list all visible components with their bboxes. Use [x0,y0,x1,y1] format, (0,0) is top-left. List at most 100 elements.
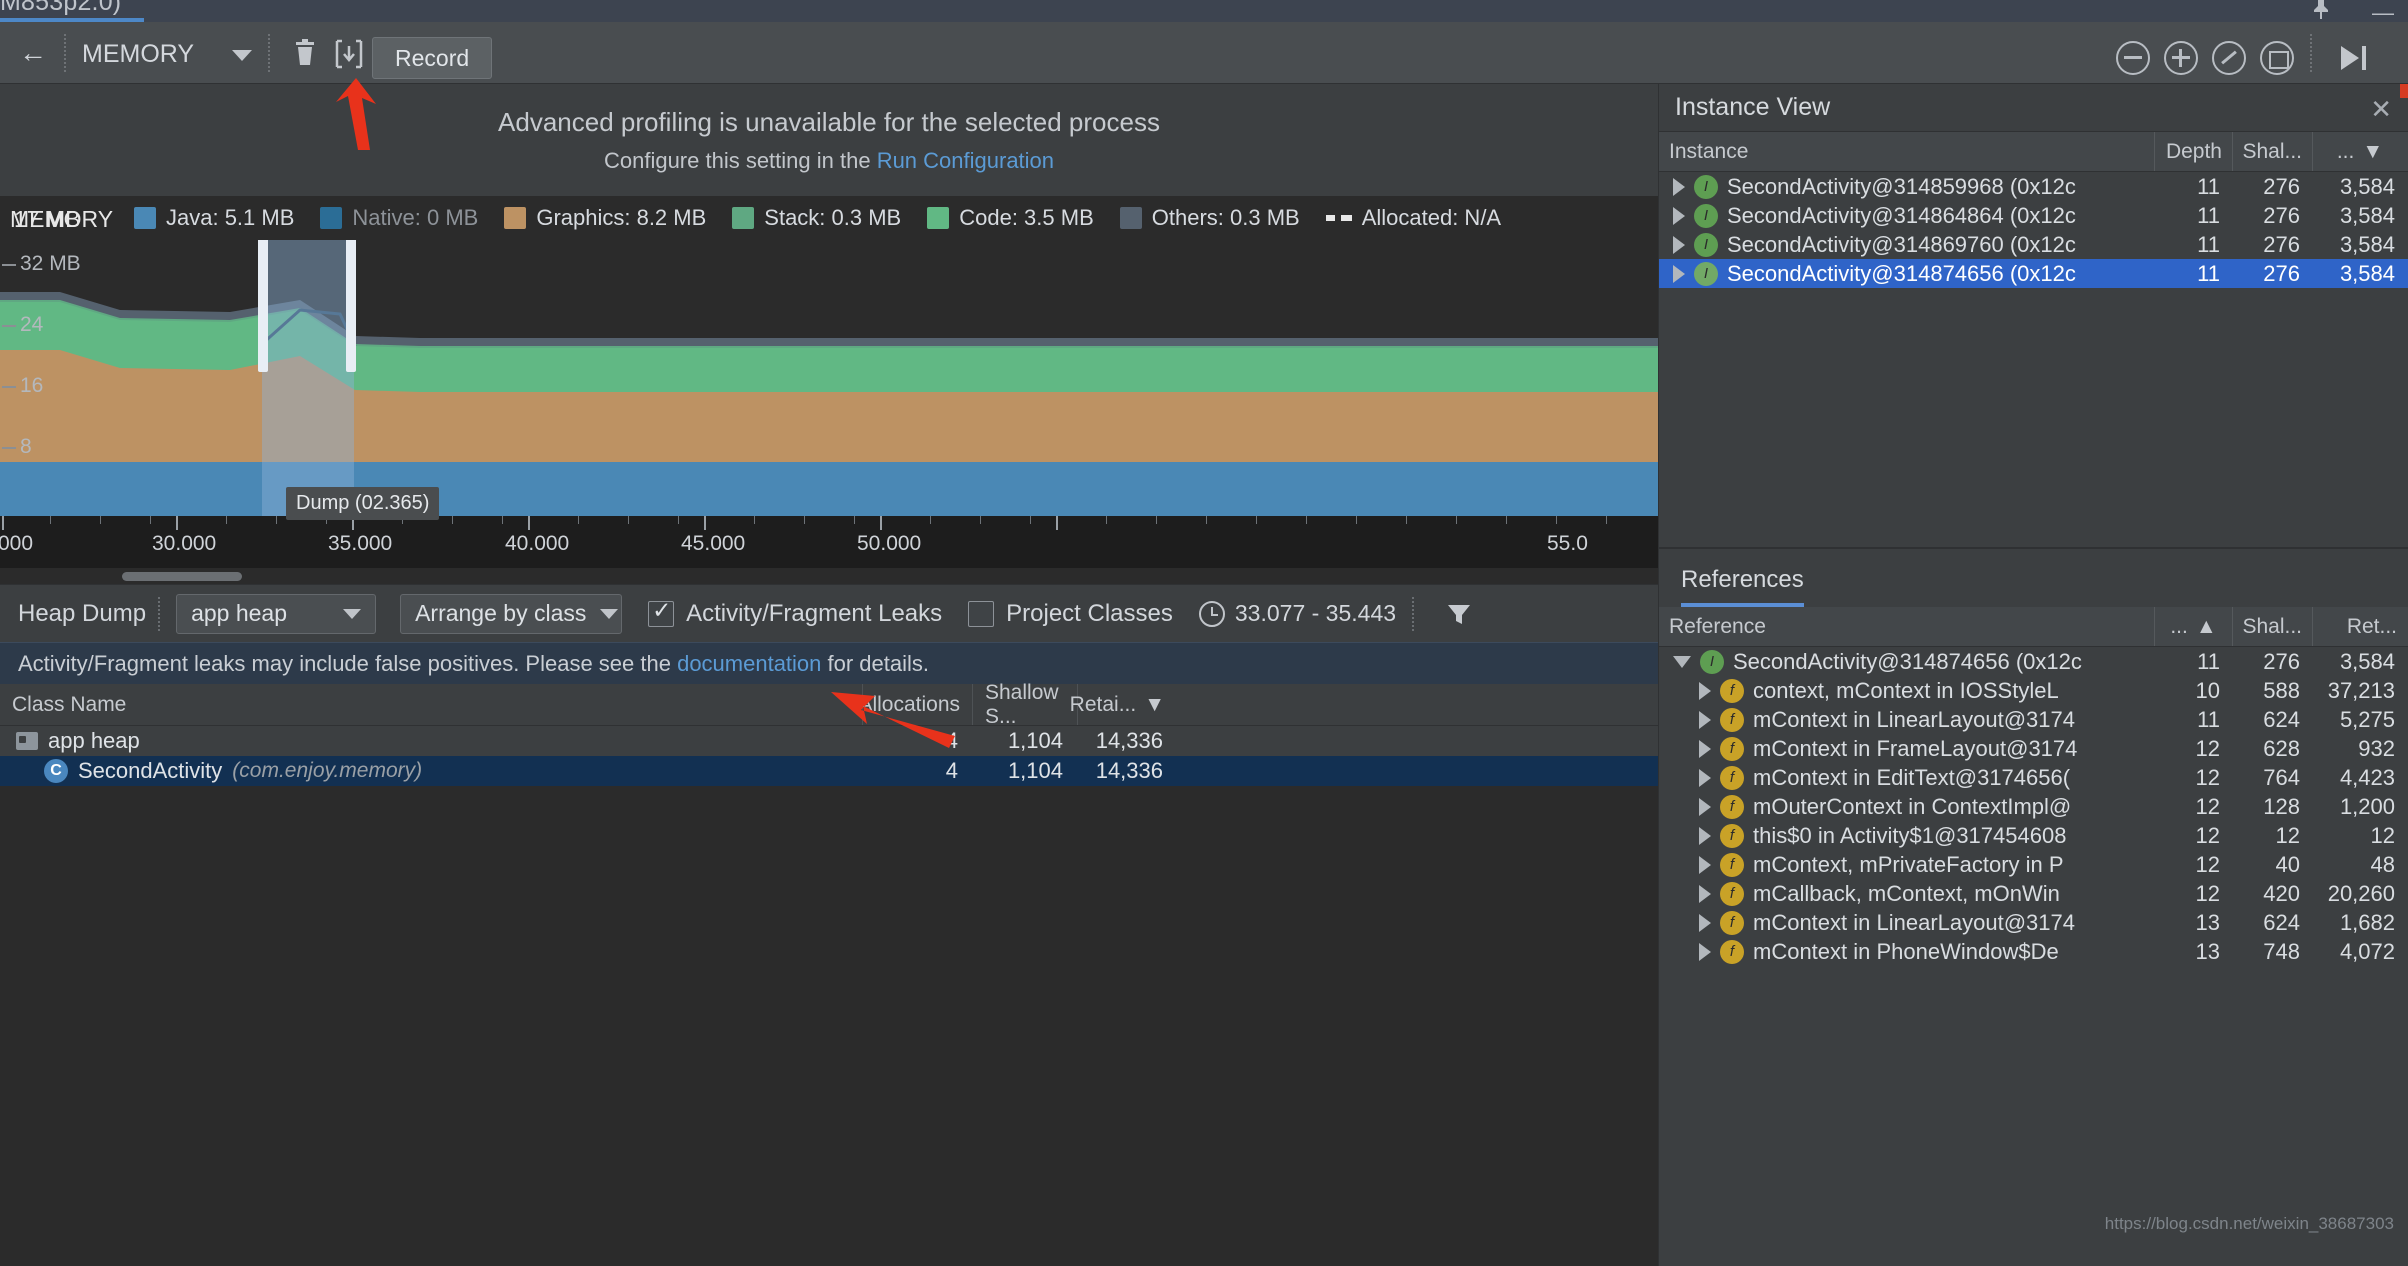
expand-triangle-icon[interactable] [1699,826,1711,845]
column-instance-shallow[interactable]: Shal... [2232,132,2312,171]
pin-icon[interactable] [2310,0,2332,20]
watermark-text: https://blog.csdn.net/weixin_38687303 [2104,1214,2394,1233]
column-class-name[interactable]: Class Name [0,684,862,725]
heap-dump-toolbar: Heap Dump app heap Arrange by class Acti… [0,584,1658,642]
reference-name: mCallback, mContext, mOnWin [1753,880,2060,906]
profiler-mode-label: MEMORY [82,40,195,68]
leaks-checkbox-row[interactable]: Activity/Fragment Leaks [648,597,942,628]
zoom-reset-icon[interactable] [2212,41,2246,75]
heap-dump-icon[interactable] [332,38,366,70]
arrange-select[interactable]: Arrange by class [400,593,623,634]
expand-triangle-icon[interactable] [1673,206,1685,225]
reference-shallow: 628 [2263,735,2300,761]
list-item[interactable]: f mContext in LinearLayout@3174 13 624 1… [1659,908,2408,937]
expand-triangle-icon[interactable] [1673,177,1685,196]
selection-handle-left[interactable] [258,240,268,372]
list-item[interactable]: I SecondActivity@314874656 (0x12c 11 276… [1659,647,2408,676]
heap-dump-selection-band[interactable] [262,240,354,516]
reference-depth: 13 [2195,938,2220,964]
instance-badge-icon: I [1694,174,1718,199]
heap-select[interactable]: app heap [176,593,377,634]
list-item[interactable]: I SecondActivity@314874656 (0x12c 11 276… [1659,259,2408,288]
legend-swatch-java [134,207,156,229]
reference-shallow: 624 [2263,706,2300,732]
back-arrow-icon[interactable]: ← [12,34,54,72]
run-configuration-link[interactable]: Run Configuration [877,148,1054,173]
time-tick-minor [804,516,805,524]
column-reference[interactable]: Reference [1659,607,2154,646]
reference-shallow: 624 [2263,909,2300,935]
expand-triangle-icon[interactable] [1699,884,1711,903]
column-depth[interactable]: Depth [2154,132,2232,171]
expand-triangle-icon[interactable] [1699,797,1711,816]
column-ref-retained[interactable]: Ret... [2312,607,2407,646]
column-allocations[interactable]: Allocations [858,684,972,725]
expand-triangle-icon[interactable] [1699,855,1711,874]
class-row-shallow: 1,104 [1007,728,1063,753]
timeline-scrollbar[interactable] [0,568,1658,584]
zoom-to-frame-icon[interactable] [2260,41,2294,75]
column-shallow-size[interactable]: Shallow S... [972,681,1077,728]
expand-triangle-icon[interactable] [1699,913,1711,932]
documentation-link[interactable]: documentation [677,651,821,676]
record-button[interactable]: Record [372,37,493,79]
column-ref-shallow[interactable]: Shal... [2232,607,2312,646]
expand-triangle-icon[interactable] [1699,768,1711,787]
expand-triangle-icon[interactable] [1699,942,1711,961]
expand-triangle-icon[interactable] [1699,681,1711,700]
list-item[interactable]: f mContext in PhoneWindow$De 13 748 4,07… [1659,937,2408,966]
project-classes-checkbox-row[interactable]: Project Classes [968,600,1173,628]
expand-triangle-icon[interactable] [1699,710,1711,729]
go-to-live-icon[interactable] [2338,43,2372,73]
expand-triangle-icon[interactable] [1673,235,1685,254]
list-item[interactable]: f this$0 in Activity$1@317454608 12 12 1… [1659,821,2408,850]
notice-secondary-text: Configure this setting in the Run Config… [604,148,1054,174]
list-item[interactable]: f mCallback, mContext, mOnWin 12 420 20,… [1659,879,2408,908]
list-item[interactable]: f mContext in FrameLayout@3174 12 628 93… [1659,734,2408,763]
trash-icon[interactable] [288,38,322,70]
filter-icon[interactable] [1444,599,1474,629]
list-item[interactable]: I SecondActivity@314864864 (0x12c 11 276… [1659,201,2408,230]
column-instance[interactable]: Instance [1659,132,2154,171]
table-row[interactable]: app heap 4 1,104 14,336 [0,726,1658,756]
expand-triangle-icon[interactable] [1699,739,1711,758]
class-row-allocations: 4 [945,728,958,753]
timeline-axis[interactable]: 000 30.000 35.000 40.000 45.000 50.000 5… [0,516,1658,568]
timeline-scrollbar-thumb[interactable] [122,572,242,581]
reference-retained: 4,072 [2339,938,2395,964]
column-instance-retained[interactable]: ... ▼ [2312,132,2407,171]
close-icon[interactable]: ✕ [2370,94,2392,125]
memory-area-chart[interactable]: 32 MB 24 16 8 [0,240,1658,516]
selection-handle-right[interactable] [346,240,356,372]
class-row-allocations: 4 [945,758,958,783]
chevron-down-icon[interactable] [232,50,252,61]
list-item[interactable]: I SecondActivity@314869760 (0x12c 11 276… [1659,230,2408,259]
list-item[interactable]: f mContext, mPrivateFactory in P 12 40 4… [1659,850,2408,879]
reference-retained: 1,682 [2339,909,2395,935]
field-badge-icon: f [1720,765,1744,790]
reference-depth: 12 [2195,764,2220,790]
collapse-triangle-icon[interactable] [1673,655,1691,668]
list-item[interactable]: f mContext in EditText@3174656( 12 764 4… [1659,763,2408,792]
reference-retained: 37,213 [2327,677,2395,703]
y-tick-label-16: 16 [20,374,44,397]
list-item[interactable]: f mContext in LinearLayout@3174 11 624 5… [1659,705,2408,734]
legend-dash-allocated [1325,215,1352,221]
activity-fragment-leaks-checkbox[interactable] [648,597,675,627]
zoom-out-icon[interactable] [2116,41,2150,75]
column-ref-depth[interactable]: ... ▲ [2154,607,2232,646]
zoom-in-icon[interactable] [2164,41,2198,75]
list-item[interactable]: f context, mContext in IOSStyleL 10 588 … [1659,676,2408,705]
class-row-name: SecondActivity [78,758,223,783]
tab-references[interactable]: References [1681,566,1804,607]
reference-retained: 4,423 [2339,764,2395,790]
list-item[interactable]: f mOuterContext in ContextImpl@ 12 128 1… [1659,792,2408,821]
window-tab-label: M853p2.0) [0,0,122,16]
list-item[interactable]: I SecondActivity@314859968 (0x12c 11 276… [1659,172,2408,201]
y-tick-label-8: 8 [20,435,32,458]
column-retained-size[interactable]: Retai... ▼ [1070,684,1177,725]
time-tick-minor [980,516,981,524]
project-classes-checkbox[interactable] [968,600,995,627]
expand-triangle-icon[interactable] [1673,264,1685,283]
table-row[interactable]: C SecondActivity (com.enjoy.memory) 4 1,… [0,756,1658,786]
